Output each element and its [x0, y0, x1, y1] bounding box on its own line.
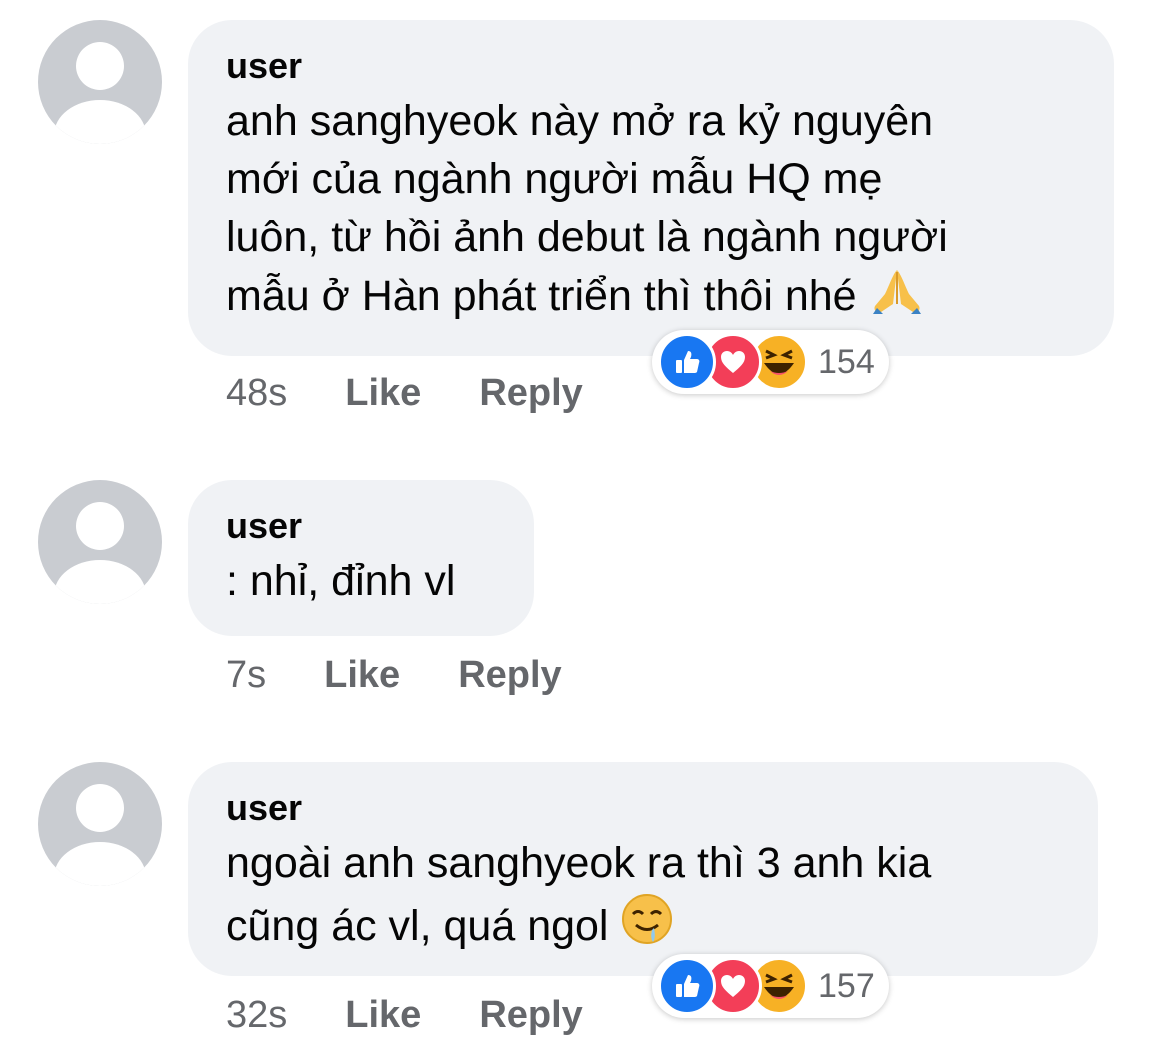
avatar[interactable] — [38, 480, 162, 604]
reply-button[interactable]: Reply — [479, 372, 582, 415]
comment-time[interactable]: 48s — [226, 372, 287, 415]
comment-author[interactable]: user — [226, 504, 496, 548]
comment-time[interactable]: 7s — [226, 654, 266, 697]
comment-bubble: user anh sanghyeok này mở ra kỷ nguyên m… — [188, 20, 1114, 356]
avatar[interactable] — [38, 20, 162, 144]
like-button[interactable]: Like — [345, 372, 421, 415]
comment-bubble: user : nhỉ, đỉnh vl — [188, 480, 534, 636]
avatar[interactable] — [38, 762, 162, 886]
reply-button[interactable]: Reply — [458, 654, 561, 697]
comment-author[interactable]: user — [226, 786, 1060, 830]
avatar-body-shape — [54, 100, 146, 144]
like-button[interactable]: Like — [324, 654, 400, 697]
comment-time[interactable]: 32s — [226, 994, 287, 1037]
comment-bubble: user ngoài anh sanghyeok ra thì 3 anh ki… — [188, 762, 1098, 976]
comment-text-body: anh sanghyeok này mở ra kỷ nguyên mới củ… — [226, 97, 948, 320]
reaction-count: 154 — [818, 342, 875, 381]
comment-text: anh sanghyeok này mở ra kỷ nguyên mới củ… — [226, 92, 1076, 331]
avatar-body-shape — [54, 842, 146, 886]
reaction-summary[interactable]: 154 — [652, 330, 889, 394]
comment-meta: 7s Like Reply — [226, 654, 562, 697]
comment-author[interactable]: user — [226, 44, 1076, 88]
comment-meta: 32s Like Reply — [226, 994, 583, 1037]
avatar-head-shape — [76, 502, 124, 550]
avatar-body-shape — [54, 560, 146, 604]
like-reaction-icon — [658, 957, 716, 1015]
drooling-face-icon — [620, 892, 674, 961]
like-button[interactable]: Like — [345, 994, 421, 1037]
comment-text: ngoài anh sanghyeok ra thì 3 anh kia cũn… — [226, 834, 1060, 961]
comment-meta: 48s Like Reply — [226, 372, 583, 415]
reaction-summary[interactable]: 157 — [652, 954, 889, 1018]
like-reaction-icon — [658, 333, 716, 391]
avatar-head-shape — [76, 784, 124, 832]
reaction-count: 157 — [818, 966, 875, 1005]
comment-text-body: ngoài anh sanghyeok ra thì 3 anh kia cũn… — [226, 839, 932, 950]
reply-button[interactable]: Reply — [479, 994, 582, 1037]
folded-hands-icon — [869, 266, 925, 331]
comment-text: : nhỉ, đỉnh vl — [226, 557, 456, 605]
avatar-head-shape — [76, 42, 124, 90]
